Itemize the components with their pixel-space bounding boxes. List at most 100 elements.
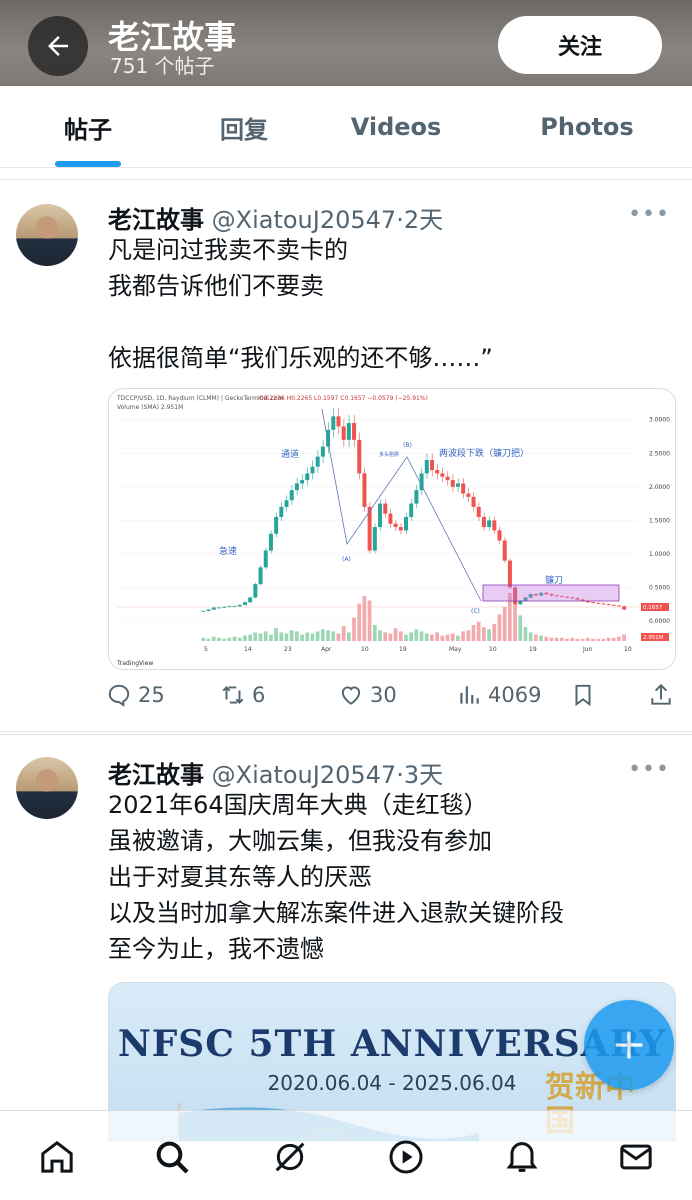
candle xyxy=(393,523,398,528)
candle xyxy=(320,446,325,457)
tab-posts[interactable]: 帖子 xyxy=(40,86,136,168)
candle xyxy=(414,490,419,504)
candle xyxy=(248,597,253,603)
share-button[interactable] xyxy=(648,682,674,708)
volume-bar xyxy=(419,631,424,641)
author-name[interactable]: 老江故事 xyxy=(108,206,204,234)
volume-bar xyxy=(601,638,606,641)
nav-search[interactable] xyxy=(150,1135,194,1179)
views-button[interactable]: 4069 xyxy=(456,682,541,708)
compose-button[interactable] xyxy=(584,1000,674,1090)
more-icon[interactable]: ••• xyxy=(628,202,670,227)
volume-bar xyxy=(305,632,310,641)
candle xyxy=(487,520,492,528)
candle xyxy=(279,506,284,517)
tab-videos[interactable]: Videos xyxy=(336,86,456,168)
volume-bar xyxy=(430,634,434,641)
volume-bar xyxy=(284,633,289,641)
volume-bar xyxy=(289,630,294,641)
search-icon xyxy=(156,1141,189,1174)
author-handle[interactable]: @XiatouJ20547 xyxy=(212,761,397,789)
reply-icon xyxy=(108,684,130,707)
tab-photos[interactable]: Photos xyxy=(528,86,646,168)
repost-button[interactable]: 6 xyxy=(220,682,265,708)
y-tick-label: 1.0000 xyxy=(649,551,670,558)
candle xyxy=(450,480,455,487)
candle xyxy=(201,610,206,612)
nav-home[interactable] xyxy=(35,1135,79,1179)
volume-bar xyxy=(435,632,439,641)
post-time: ·2天 xyxy=(396,206,444,234)
candle xyxy=(476,506,481,517)
home-icon xyxy=(41,1140,73,1173)
post-line: 至今为止，我不遗憾 xyxy=(108,935,324,963)
y-tick-label: 0.5000 xyxy=(649,584,670,591)
candle xyxy=(274,517,279,534)
volume-bar xyxy=(295,631,299,641)
nav-grok[interactable] xyxy=(268,1135,312,1179)
volume-bar xyxy=(398,631,403,641)
volume-bar xyxy=(263,631,268,641)
candle xyxy=(471,496,476,507)
volume-bar xyxy=(580,638,585,641)
volume-bar xyxy=(466,630,471,641)
volume-bar xyxy=(222,638,226,641)
current-price-label: 0.1657 xyxy=(643,605,663,611)
volume-bar xyxy=(544,636,549,641)
candle xyxy=(502,540,507,561)
candle xyxy=(372,527,377,551)
sickle-box xyxy=(482,584,620,602)
volume-bar xyxy=(237,637,242,641)
volume-bar xyxy=(346,632,351,641)
volume-bar xyxy=(611,637,616,641)
avatar[interactable] xyxy=(16,204,78,266)
x-tick-label: Apr xyxy=(321,646,332,653)
volume-bar xyxy=(248,634,252,641)
candle xyxy=(336,416,341,427)
candle xyxy=(305,473,310,481)
volume-bar xyxy=(424,633,429,641)
reply-button[interactable]: 25 xyxy=(106,682,165,708)
volume-bar xyxy=(591,638,595,641)
follow-button[interactable]: 关注 xyxy=(498,16,662,74)
volume-bar xyxy=(554,637,559,641)
author-handle[interactable]: @XiatouJ20547 xyxy=(212,206,397,234)
candle xyxy=(268,533,273,551)
volume-bar xyxy=(482,627,486,641)
candle xyxy=(211,607,216,610)
grok-icon xyxy=(275,1142,305,1172)
x-tick-label: 19 xyxy=(399,646,407,653)
like-button[interactable]: 30 xyxy=(338,682,397,708)
bookmark-button[interactable] xyxy=(570,682,596,708)
nav-videos[interactable] xyxy=(384,1135,428,1179)
volume-bar xyxy=(388,633,393,641)
bar-chart-icon xyxy=(460,686,479,704)
candle xyxy=(497,530,502,541)
repost-icon xyxy=(222,686,244,704)
author-name[interactable]: 老江故事 xyxy=(108,761,204,789)
heart-icon xyxy=(341,686,361,705)
more-icon[interactable]: ••• xyxy=(628,757,670,782)
x-tick-label: 5 xyxy=(204,646,208,653)
volume-bar xyxy=(341,626,346,641)
post-line: 虽被邀请，大咖云集，但我没有参加 xyxy=(108,827,492,855)
candle xyxy=(455,483,460,487)
tab-replies[interactable]: 回复 xyxy=(196,86,292,168)
volume-bar xyxy=(404,634,408,641)
candle xyxy=(206,609,211,611)
volume-bar xyxy=(206,638,211,641)
avatar[interactable] xyxy=(16,757,78,819)
candle xyxy=(341,426,346,440)
volume-bar xyxy=(596,638,601,641)
volume-bar xyxy=(378,630,382,641)
candle xyxy=(258,567,263,585)
nav-notifications[interactable] xyxy=(500,1135,544,1179)
back-button[interactable] xyxy=(28,16,88,76)
post-line xyxy=(108,304,668,340)
bell-icon xyxy=(506,1142,538,1172)
repost-count: 6 xyxy=(252,683,266,707)
volume-bar xyxy=(450,633,455,641)
volume-bar xyxy=(243,635,247,641)
chart-image[interactable]: TDCCP/USD, 1D, Raydium (CLMM) | GeckoTer… xyxy=(108,388,676,670)
nav-messages[interactable] xyxy=(614,1135,658,1179)
